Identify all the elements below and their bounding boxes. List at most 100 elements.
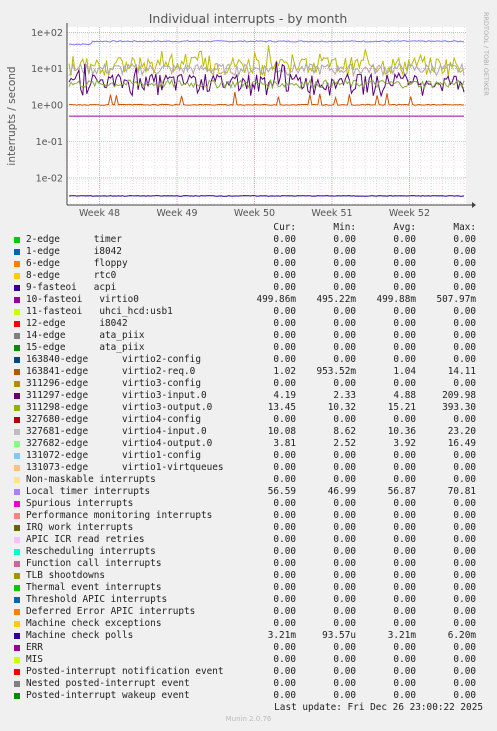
legend-label: IRQ work interrupts [26,522,134,533]
legend-row: 163840-edge virtio2-config 0.00 0.00 0.00 0.… [0,354,497,366]
legend-cur: 3.81 [273,438,296,449]
legend-max: 0.00 [453,606,476,617]
legend-row: 327680-edge virtio4-config 0.00 0.00 0.00 0.… [0,414,497,426]
x-tick-label: Week 48 [79,208,120,219]
legend-label: 131072-edge virtio1-config [26,450,201,461]
legend-max: 0.00 [453,570,476,581]
legend-cur: 3.21m [267,630,296,641]
legend-label: ERR [26,642,43,653]
legend-avg: 0.00 [393,594,416,605]
legend-min: 0.00 [333,522,356,533]
legend-header-max: Max: [453,222,476,233]
x-axis-arrow [472,202,476,208]
legend-row: 8-edge rtc0 0.00 0.00 0.00 0.00 [0,270,497,282]
legend-avg: 0.00 [393,498,416,509]
legend-max: 0.00 [453,534,476,545]
legend-cur: 499.86m [256,294,296,305]
legend-max: 0.00 [453,594,476,605]
legend-avg: 0.00 [393,678,416,689]
legend-avg: 0.00 [393,534,416,545]
legend-label: 10-fasteoi virtio0 [26,294,139,305]
legend-min: 0.00 [333,546,356,557]
legend-row: 163841-edge virtio2-req.0 1.02 953.52m 1.04… [0,366,497,378]
legend-cur: 0.00 [273,342,296,353]
legend-cur: 0.00 [273,378,296,389]
legend-label: Spurious interrupts [26,498,134,509]
legend-swatch [14,501,20,507]
legend-cur: 0.00 [273,270,296,281]
legend-swatch [14,441,20,447]
legend-cur: 0.00 [273,450,296,461]
legend-max: 0.00 [453,270,476,281]
legend-min: 10.32 [327,402,356,413]
legend-label: 131073-edge virtio1-virtqueues [26,462,224,473]
legend-min: 0.00 [333,378,356,389]
legend-avg: 0.00 [393,234,416,245]
legend-max: 0.00 [453,246,476,257]
legend-cur: 0.00 [273,354,296,365]
legend-min: 0.00 [333,666,356,677]
legend-swatch [14,369,20,375]
legend-row: Posted-interrupt wakeup event 0.00 0.00 0.0… [0,690,497,702]
legend-min: 0.00 [333,318,356,329]
legend-avg: 0.00 [393,450,416,461]
legend-min: 0.00 [333,582,356,593]
legend-max: 0.00 [453,642,476,653]
y-tick-label: 1e+01 [31,64,63,75]
legend-cur: 1.02 [273,366,296,377]
legend-max: 0.00 [453,546,476,557]
legend-swatch [14,669,20,675]
legend-label: Deferred Error APIC interrupts [26,606,196,617]
legend-label: Performance monitoring interrupts [26,510,213,521]
legend-swatch [14,285,20,291]
legend-row: 11-fasteoi uhci_hcd:usb1 0.00 0.00 0.00 0.00 [0,306,497,318]
legend-avg: 0.00 [393,246,416,257]
y-axis-label: interrupts / second [6,66,18,165]
legend-row: 131073-edge virtio1-virtqueues 0.00 0.00 0.… [0,462,497,474]
legend-min: 0.00 [333,594,356,605]
legend-header-cur: Cur: [273,222,296,233]
interrupts-chart: 1e+02 1e+01 1e+00 1e-01 1e-02 Week 48 Week 49 W… [6,11,490,219]
legend-cur: 0.00 [273,462,296,473]
legend-min: 0.00 [333,282,356,293]
legend-swatch [14,609,20,615]
legend-min: 0.00 [333,558,356,569]
legend-min: 0.00 [333,354,356,365]
legend-swatch [14,333,20,339]
last-update-text: Last update: Fri Dec 26 23:00:22 2025 [274,702,483,713]
legend-min: 0.00 [333,534,356,545]
legend-row: 15-edge ata_piix 0.00 0.00 0.00 0.00 [0,342,497,354]
legend-row: Spurious interrupts 0.00 0.00 0.00 0.00 [0,498,497,510]
legend-row: APIC ICR read retries 0.00 0.00 0.00 0.00 [0,534,497,546]
legend-label: 15-edge ata_piix [26,342,145,353]
legend-swatch [14,297,20,303]
legend-swatch [14,405,20,411]
legend-label: 11-fasteoi uhci_hcd:usb1 [26,306,173,317]
legend-avg: 0.00 [393,378,416,389]
legend-min: 0.00 [333,414,356,425]
legend-cur: 0.00 [273,246,296,257]
legend-cur: 0.00 [273,690,296,701]
legend-min: 0.00 [333,306,356,317]
legend-row: 10-fasteoi virtio0 499.86m 495.22m 499.88m 5… [0,294,497,306]
legend-swatch [14,321,20,327]
legend-row: 311297-edge virtio3-input.0 4.19 2.33 4.88 2… [0,390,497,402]
legend-min: 46.99 [327,486,356,497]
legend-avg: 0.00 [393,306,416,317]
legend-label: Machine check polls [26,630,134,641]
legend-row: 12-edge i8042 0.00 0.00 0.00 0.00 [0,318,497,330]
legend-label: Function call interrupts [26,558,162,569]
legend-avg: 0.00 [393,522,416,533]
legend-min: 0.00 [333,270,356,281]
legend-cur: 0.00 [273,258,296,269]
legend-label: Thermal event interrupts [26,582,162,593]
legend-label: 311296-edge virtio3-config [26,378,201,389]
legend-min: 0.00 [333,246,356,257]
legend-avg: 0.00 [393,258,416,269]
legend-swatch [14,453,20,459]
legend-row: 2-edge timer 0.00 0.00 0.00 0.00 [0,234,497,246]
x-tick-label: Week 52 [389,208,430,219]
legend-min: 0.00 [333,570,356,581]
legend-row: Function call interrupts 0.00 0.00 0.00 0.00 [0,558,497,570]
legend-max: 0.00 [453,450,476,461]
